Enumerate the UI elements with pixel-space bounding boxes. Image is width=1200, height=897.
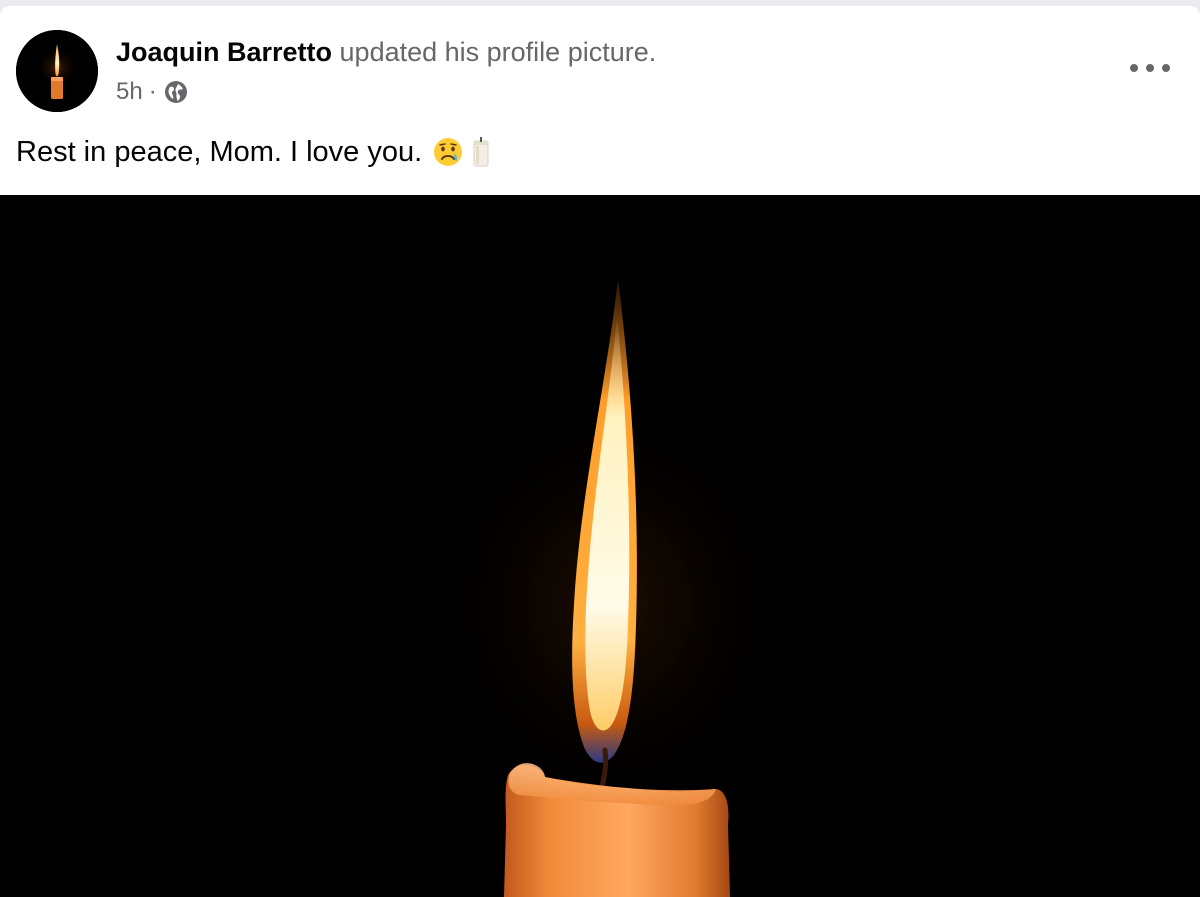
author-name[interactable]: Joaquin Barretto xyxy=(116,37,332,67)
candle-emoji xyxy=(468,136,494,168)
post-header-text: Joaquin Barretto updated his profile pic… xyxy=(116,36,656,106)
more-dot xyxy=(1162,64,1170,72)
more-dot xyxy=(1130,64,1138,72)
crying-face-emoji xyxy=(432,136,464,168)
post-action-text: updated his profile picture. xyxy=(332,37,657,67)
post-caption: Rest in peace, Mom. I love you. xyxy=(16,134,494,170)
post-meta: 5h · xyxy=(116,78,656,106)
post-photo[interactable] xyxy=(0,195,1200,897)
more-options-icon[interactable] xyxy=(1130,56,1170,80)
candle-photo-image xyxy=(0,195,1200,897)
meta-separator: · xyxy=(148,78,157,105)
post-title-line: Joaquin Barretto updated his profile pic… xyxy=(116,36,656,68)
profile-avatar[interactable] xyxy=(16,30,98,112)
post-card: Joaquin Barretto updated his profile pic… xyxy=(0,6,1200,897)
post-timestamp[interactable]: 5h xyxy=(116,78,143,106)
post-header: Joaquin Barretto updated his profile pic… xyxy=(0,6,1200,116)
more-dot xyxy=(1146,64,1154,72)
candle-avatar-image xyxy=(16,30,98,112)
caption-text: Rest in peace, Mom. I love you. xyxy=(16,136,423,168)
globe-icon[interactable] xyxy=(163,79,189,105)
